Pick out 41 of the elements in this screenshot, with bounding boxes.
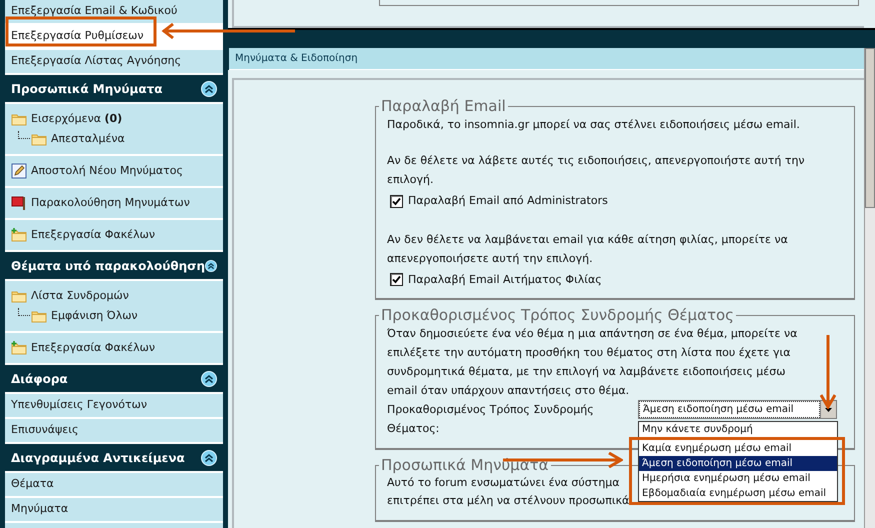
add-folder-icon — [11, 228, 27, 242]
checkbox-label: Παραλαβή Email Αιτήματος Φιλίας — [408, 272, 602, 288]
checkbox-label: Παραλαβή Email από Administrators — [408, 193, 608, 209]
collapse-icon[interactable] — [201, 450, 217, 466]
sidebar-section-header[interactable]: Θέματα υπό παρακολούθηση — [5, 252, 223, 281]
collapse-icon[interactable] — [201, 370, 217, 386]
folder-link[interactable]: Εμφάνιση Όλων — [31, 308, 138, 324]
tree-connector — [18, 308, 30, 316]
add-folder-icon — [11, 341, 27, 355]
scrollbar[interactable] — [864, 48, 875, 528]
folder-link[interactable]: Απεσταλμένα — [31, 130, 125, 147]
folder-icon — [31, 308, 47, 323]
pencil-note-icon — [11, 163, 27, 179]
folder-link[interactable]: Λίστα Συνδρομών — [11, 288, 217, 304]
folder-icon — [31, 132, 47, 146]
flag-icon — [11, 195, 27, 211]
description-text: Όταν δημοσιεύετε ένα νέο θέμα η μια απάντηση σε ένα θέμα, μπορείτε να επιλέξετε την αυτόματη προσθήκη του θέματος στη λίστα που έχετε για συνδρομητικά θέματα, με την επιλογή να λαμβάνετε ειδοποιήσεις μέσω email όταν υπάρχουν απαντήσεις στο θέμα. — [387, 326, 798, 399]
field-label: Προκαθορισμένος Τρόπος Συνδρομής Θέματος: — [387, 402, 595, 437]
tree-connector — [18, 130, 30, 139]
sidebar-section-header[interactable]: Προσωπικά Μηνύματα — [5, 75, 223, 104]
folder-link[interactable]: Εισερχόμενα (0) — [11, 111, 217, 128]
sidebar-section-header[interactable]: Διάφορα — [5, 365, 223, 394]
description-text: Παροδικά, το insomnia.gr μπορεί να σας στέλνει ειδοποιήσεις μέσω email. — [387, 117, 800, 133]
group-legend: Προκαθορισμένος Τρόπος Συνδρομής Θέματος — [379, 306, 736, 324]
folder-icon — [11, 289, 27, 304]
folder-icon — [11, 112, 27, 126]
sidebar-section-header[interactable]: Διαγραμμένα Αντικείμενα — [5, 444, 223, 473]
collapse-icon[interactable] — [205, 258, 217, 274]
description-text: Αν δε θέλετε να λάβετε αυτές τις ειδοποιήσεις, απενεργοποιήστε αυτή την επιλογή. — [387, 153, 806, 188]
description-text: επιτρέπει στα μέλη να στέλνουν προσωπικά — [387, 493, 630, 509]
dropdown-option[interactable]: Μην κάνετε συνδρομή — [639, 422, 837, 437]
collapse-icon[interactable] — [201, 80, 217, 96]
dropdown-option[interactable]: Άμεση ειδοποίηση μέσω email — [639, 456, 837, 471]
dropdown-select[interactable]: Άμεση ειδοποίηση μέσω email — [638, 400, 837, 419]
description-text: Αν δεν θέλετε να λαμβάνεται email για κάθε αίτηση φιλίας, μπορείτε να απενεργοποιήσετε αυτή την επιλογή. — [387, 232, 789, 266]
group-legend: Παραλαβή Email — [379, 97, 508, 115]
panel-header: Μηνύματα & Ειδοποίηση — [229, 48, 864, 70]
group-legend: Προσωπικά Μηνύματα — [379, 456, 551, 474]
checkbox[interactable] — [390, 194, 403, 208]
checkbox[interactable] — [390, 273, 403, 286]
description-text: Αυτό το forum ενσωματώνει ένα σύστημα — [387, 475, 620, 491]
